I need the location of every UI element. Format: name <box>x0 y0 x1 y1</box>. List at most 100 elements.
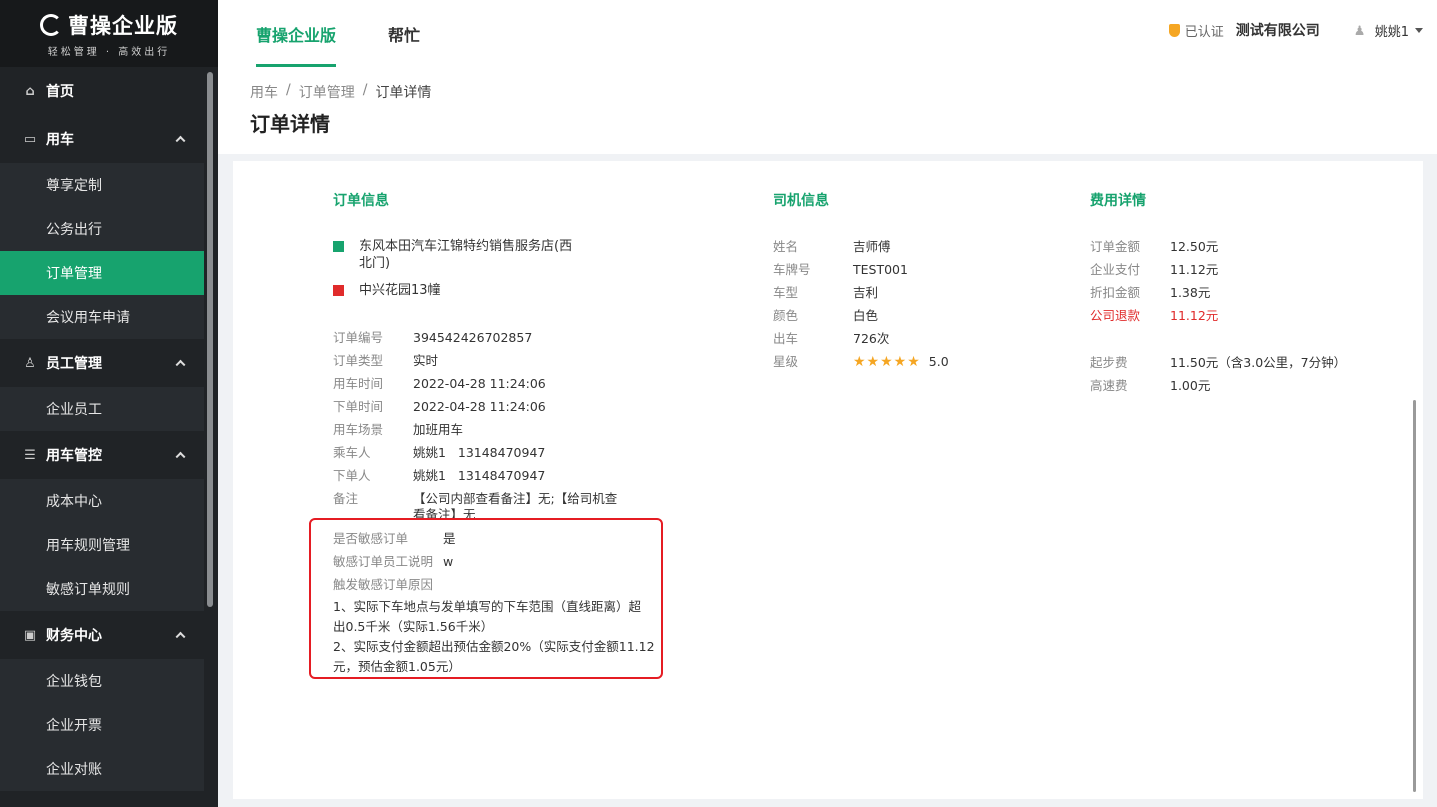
field-value: 实时 <box>413 353 439 368</box>
driver-field: 车型 吉利 <box>773 281 878 304</box>
fee-field: 折扣金额 1.38元 <box>1090 281 1210 304</box>
wallet-icon: ▣ <box>23 627 37 643</box>
sidebar-item-cost-center[interactable]: 成本中心 <box>0 479 204 523</box>
fee-field: 订单金额 12.50元 <box>1090 235 1218 258</box>
order-field: 订单编号 394542426702857 <box>333 326 532 349</box>
sidebar-group-control[interactable]: ☰ 用车管控 <box>0 431 204 479</box>
verified-label: 已认证 <box>1184 24 1224 40</box>
sidebar-item-business-trip[interactable]: 公务出行 <box>0 207 204 251</box>
avatar-icon: ♟ <box>1353 23 1366 39</box>
driver-field: 出车 726次 <box>773 327 889 350</box>
field-label: 订单类型 <box>333 353 384 368</box>
sidebar-group-employees[interactable]: ♙ 员工管理 <box>0 339 204 387</box>
fee-field: 企业支付 11.12元 <box>1090 258 1218 281</box>
sidebar-item-sensitive-rules[interactable]: 敏感订单规则 <box>0 567 204 611</box>
breadcrumb: 用车 / 订单管理 / 订单详情 <box>250 82 431 102</box>
field-label: 公司退款 <box>1090 308 1141 323</box>
field-label: 订单编号 <box>333 330 384 345</box>
sidebar-group-label: 用车管控 <box>46 448 102 464</box>
sensitive-reason-title: 触发敏感订单原因 <box>333 573 443 596</box>
sensitive-explain-field: 敏感订单员工说明 w <box>333 550 453 573</box>
sidebar-menu: ⌂ 首页 ▭ 用车 尊享定制 公务出行 订单管理 会议用车申请 ♙ 员工管理 企… <box>0 67 204 791</box>
chevron-up-icon <box>175 631 186 642</box>
field-label: 车型 <box>773 285 799 300</box>
sidebar-group-finance[interactable]: ▣ 财务中心 <box>0 611 204 659</box>
end-address-text: 中兴花园13幢 <box>359 283 441 298</box>
logo-subtitle: 轻松管理 · 高效出行 <box>47 46 171 58</box>
fee-field: 高速费 1.00元 <box>1090 374 1210 397</box>
reason-line: 1、实际下车地点与发单填写的下车范围（直线距离）超 <box>333 599 641 614</box>
home-icon: ⌂ <box>25 83 35 99</box>
breadcrumb-separator: / <box>362 82 368 98</box>
order-field: 下单时间 2022-04-28 11:24:06 <box>333 395 546 418</box>
field-value: 11.50元（含3.0公里，7分钟） <box>1170 355 1347 370</box>
field-label: 起步费 <box>1090 355 1128 370</box>
sidebar-item-label: 首页 <box>46 84 74 100</box>
start-address-line1: 东风本田汽车江锦特约销售服务店(西 <box>359 239 573 254</box>
reason-line: 元，预估金额1.05元） <box>333 659 461 674</box>
field-value: w <box>443 554 454 569</box>
rating-value: 5.0 <box>928 354 949 369</box>
field-label: 订单金额 <box>1090 239 1141 254</box>
company-name: 测试有限公司 <box>1235 23 1320 39</box>
driver-field: 颜色 白色 <box>773 304 878 327</box>
caret-down-icon[interactable] <box>1415 27 1423 33</box>
sidebar-item-meeting-car[interactable]: 会议用车申请 <box>0 295 204 339</box>
user-menu[interactable]: 姚姚1 <box>1375 21 1409 40</box>
sidebar-group-car[interactable]: ▭ 用车 <box>0 115 204 163</box>
fee-detail-title: 费用详情 <box>1090 193 1146 209</box>
content-scrollbar[interactable] <box>1413 400 1416 792</box>
sidebar-item-wallet[interactable]: 企业钱包 <box>0 659 204 703</box>
chevron-up-icon <box>175 135 186 146</box>
field-value: 1.00元 <box>1170 378 1211 393</box>
order-field: 用车场景 加班用车 <box>333 418 463 441</box>
field-value: 11.12元 <box>1170 308 1219 323</box>
star-rating-icon: ★★★★★ <box>853 354 921 370</box>
order-field: 下单人 姚姚1 13148470947 <box>333 464 545 487</box>
field-label: 触发敏感订单原因 <box>333 577 434 592</box>
field-label: 用车场景 <box>333 422 384 437</box>
field-label: 是否敏感订单 <box>333 531 409 546</box>
sensitive-reason-2: 2、实际支付金额超出预估金额20%（实际支付金额11.12 元，预估金额1.05元… <box>333 637 655 677</box>
tab-enterprise[interactable]: 曹操企业版 <box>256 0 337 67</box>
logo[interactable]: 曹操企业版 轻松管理 · 高效出行 <box>0 0 218 67</box>
sidebar-item-order-management[interactable]: 订单管理 <box>0 251 204 295</box>
field-label: 乘车人 <box>333 445 371 460</box>
field-value: 白色 <box>853 308 879 323</box>
logo-mark-icon <box>40 13 62 36</box>
field-value: 726次 <box>853 331 890 346</box>
sidebar-item-home[interactable]: ⌂ 首页 <box>0 67 204 115</box>
order-field: 订单类型 实时 <box>333 349 438 372</box>
logo-title: 曹操企业版 <box>68 13 178 38</box>
driver-field: 车牌号 TEST001 <box>773 258 908 281</box>
sidebar-group-label: 用车 <box>46 132 74 148</box>
sidebar-item-car-rules[interactable]: 用车规则管理 <box>0 523 204 567</box>
shield-icon <box>1168 23 1180 37</box>
tab-help[interactable]: 帮忙 <box>388 22 420 46</box>
sidebar-scrollbar[interactable] <box>207 72 213 607</box>
sidebar-item-invoice[interactable]: 企业开票 <box>0 703 204 747</box>
chevron-up-icon <box>175 359 186 370</box>
reason-line: 2、实际支付金额超出预估金额20%（实际支付金额11.12 <box>333 639 655 654</box>
field-label: 折扣金额 <box>1090 285 1141 300</box>
field-value: 2022-04-28 11:24:06 <box>413 376 546 391</box>
field-label: 高速费 <box>1090 378 1128 393</box>
field-value: 12.50元 <box>1170 239 1219 254</box>
end-address: 中兴花园13幢 <box>333 282 441 299</box>
end-marker-icon <box>333 285 344 296</box>
sidebar-item-reconcile[interactable]: 企业对账 <box>0 747 204 791</box>
field-value: 1.38元 <box>1170 285 1211 300</box>
breadcrumb-orders[interactable]: 订单管理 <box>299 82 355 102</box>
chevron-up-icon <box>175 451 186 462</box>
reason-line: 出0.5千米（实际1.56千米） <box>333 619 494 634</box>
breadcrumb-separator: / <box>286 82 291 98</box>
sliders-icon: ☰ <box>24 447 36 463</box>
field-label: 下单人 <box>333 468 371 483</box>
fee-field: 起步费 11.50元（含3.0公里，7分钟） <box>1090 351 1346 374</box>
sidebar-item-premium[interactable]: 尊享定制 <box>0 163 204 207</box>
breadcrumb-car[interactable]: 用车 <box>250 82 278 102</box>
sidebar-item-staff[interactable]: 企业员工 <box>0 387 204 431</box>
field-value: 吉师傅 <box>853 239 891 254</box>
sidebar-group-label: 员工管理 <box>46 356 102 372</box>
field-label: 备注 <box>333 491 359 506</box>
